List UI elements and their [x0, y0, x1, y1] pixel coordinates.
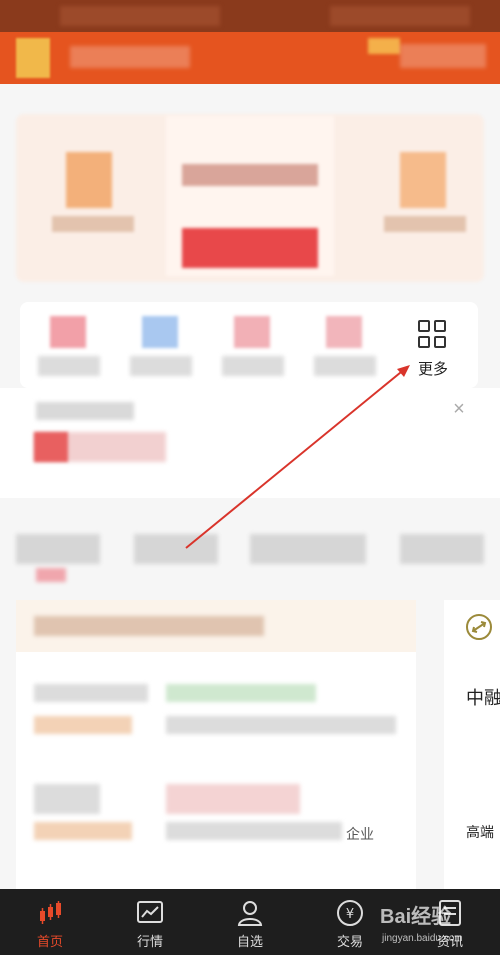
promo-center-text: [182, 164, 318, 186]
category-tab[interactable]: [400, 534, 484, 564]
quick-item-icon: [326, 316, 362, 348]
more-button[interactable]: 更多: [398, 306, 468, 384]
tab-label: 首页: [36, 934, 63, 949]
quick-item-icon: [142, 316, 178, 348]
close-icon[interactable]: ×: [448, 398, 470, 420]
more-label: 更多: [417, 361, 448, 378]
tab-market[interactable]: 行情: [100, 889, 200, 955]
category-tabs: [0, 524, 500, 584]
candlestick-icon: [40, 901, 61, 924]
quick-item-icon: [50, 316, 86, 348]
feed-row-desc: [166, 716, 396, 734]
promo-banner[interactable]: [16, 114, 484, 282]
feed-row-tag: [34, 822, 132, 840]
status-bar: [0, 0, 500, 32]
tab-indicator: [36, 568, 66, 582]
quick-item[interactable]: [32, 316, 106, 382]
quick-item[interactable]: [216, 316, 290, 382]
feed-header: [16, 600, 416, 652]
avatar[interactable]: [16, 38, 50, 78]
feed-row-value: [166, 784, 300, 814]
feed-row-desc: [166, 822, 342, 840]
app-header: [0, 32, 500, 84]
category-tab[interactable]: [250, 534, 366, 564]
notice-title: [36, 402, 134, 420]
side-card-subtitle: 高端: [466, 824, 494, 840]
notice-card[interactable]: ×: [0, 388, 500, 498]
yen-icon: ¥: [337, 900, 363, 926]
tab-watchlist[interactable]: 自选: [200, 889, 300, 955]
feed-row-title: [34, 784, 100, 814]
feed-row-value: [166, 684, 316, 702]
watermark-url: jingyan.baidu.com: [382, 933, 463, 944]
feed-row-tail: 企业: [346, 826, 374, 842]
quick-item[interactable]: [308, 316, 382, 382]
tab-home[interactable]: 首页: [0, 889, 100, 955]
category-tab[interactable]: [134, 534, 218, 564]
promo-left-icon: [66, 152, 112, 208]
feed-row-tag: [34, 716, 132, 734]
quick-item-icon: [234, 316, 270, 348]
side-card-title: 中融: [466, 688, 500, 708]
quick-item-label: [38, 356, 100, 376]
quick-item[interactable]: [124, 316, 198, 382]
quick-item-label: [314, 356, 376, 376]
notice-badge: [34, 432, 68, 462]
user-icon: [237, 901, 263, 926]
quick-item-label: [222, 356, 284, 376]
promo-center-button[interactable]: [182, 228, 318, 268]
svg-text:¥: ¥: [346, 907, 354, 922]
tab-label: 行情: [136, 934, 163, 949]
quick-item-label: [130, 356, 192, 376]
feed-row-title: [34, 684, 148, 702]
promo-center-card[interactable]: [166, 116, 334, 276]
promo-left-label: [52, 216, 134, 232]
grid-icon: [418, 320, 448, 350]
line-chart-icon: [137, 901, 163, 923]
header-action[interactable]: [400, 44, 486, 68]
promo-right-icon: [400, 152, 446, 208]
product-feed: 企业: [16, 600, 416, 890]
category-tab[interactable]: [16, 534, 100, 564]
header-badge: [368, 38, 400, 54]
watermark-logo: Bai经验: [380, 906, 452, 928]
sync-icon: [466, 614, 492, 640]
tab-label: 自选: [236, 934, 263, 949]
header-title-blurred: [70, 46, 190, 68]
side-product-card[interactable]: 中融 高端: [444, 600, 500, 890]
promo-right-label: [384, 216, 466, 232]
